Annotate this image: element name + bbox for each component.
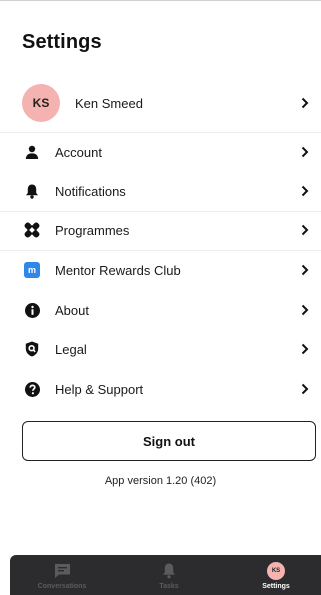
tab-conversations[interactable]: Conversations <box>28 555 96 595</box>
menu-item-notifications[interactable]: Notifications <box>0 181 321 201</box>
tab-label: Conversations <box>37 583 87 590</box>
menu-item-label: Account <box>55 144 102 160</box>
tab-tasks[interactable]: Tasks <box>144 555 194 595</box>
menu-item-label: Legal <box>55 341 87 357</box>
help-icon <box>24 381 40 397</box>
tab-avatar-wrap: KS <box>267 562 285 580</box>
bell-icon <box>24 183 40 199</box>
bandage-icon <box>24 222 40 238</box>
rewards-badge-letter: m <box>27 264 36 275</box>
chat-bubble-icon <box>54 562 71 580</box>
sign-out-button[interactable]: Sign out <box>22 421 316 461</box>
chevron-right-icon <box>301 264 309 276</box>
tab-settings[interactable]: KS Settings <box>252 555 300 595</box>
tab-label: Settings <box>262 583 290 590</box>
profile-row[interactable]: KS Ken Smeed <box>0 84 321 122</box>
chevron-right-icon <box>301 383 309 395</box>
avatar: KS <box>22 84 60 122</box>
menu-item-account[interactable]: Account <box>0 142 321 162</box>
menu-item-label: Mentor Rewards Club <box>55 262 181 278</box>
page-title: Settings <box>22 31 102 53</box>
bell-icon <box>162 562 176 580</box>
avatar-initials: KS <box>32 96 50 110</box>
app-version: App version 1.20 (402) <box>104 475 217 487</box>
avatar: KS <box>267 562 285 580</box>
divider <box>0 250 321 251</box>
menu-item-label: Notifications <box>55 183 126 199</box>
bottom-tab-bar: Conversations Tasks KS Settings <box>10 555 321 595</box>
info-icon <box>24 302 40 318</box>
tab-label: Tasks <box>159 583 179 590</box>
profile-name: Ken Smeed <box>75 95 143 111</box>
chevron-right-icon <box>301 343 309 355</box>
chevron-right-icon <box>301 185 309 197</box>
menu-item-help-support[interactable]: Help & Support <box>0 379 321 399</box>
menu-item-label: Help & Support <box>55 381 144 397</box>
divider <box>0 211 321 212</box>
menu-item-programmes[interactable]: Programmes <box>0 220 321 240</box>
chevron-right-icon <box>301 97 309 109</box>
menu-item-label: About <box>55 302 89 318</box>
avatar-initials: KS <box>271 568 281 574</box>
shield-search-icon <box>24 341 40 357</box>
person-icon <box>24 144 40 160</box>
chevron-right-icon <box>301 146 309 158</box>
menu-item-mentor-rewards[interactable]: m Mentor Rewards Club <box>0 260 321 280</box>
menu-item-about[interactable]: About <box>0 300 321 320</box>
settings-screen: Settings KS Ken Smeed Account Notificati… <box>0 0 321 595</box>
menu-item-legal[interactable]: Legal <box>0 339 321 359</box>
rewards-logo-icon: m <box>24 262 40 278</box>
divider <box>0 132 321 133</box>
menu-item-label: Programmes <box>55 222 130 238</box>
chevron-right-icon <box>301 224 309 236</box>
chevron-right-icon <box>301 304 309 316</box>
